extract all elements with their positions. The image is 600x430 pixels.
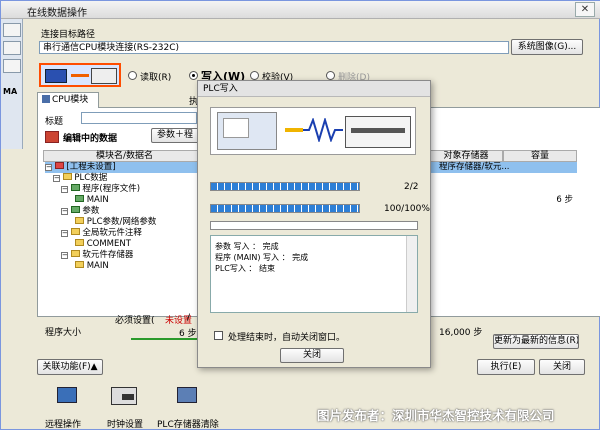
- tree-row-device-memory[interactable]: − 软元件存储器: [61, 250, 133, 261]
- title-input[interactable]: [81, 112, 197, 124]
- folder-icon: [62, 173, 72, 180]
- close-button[interactable]: 关闭: [539, 359, 585, 375]
- param-icon: [70, 206, 80, 213]
- capacity-cell: 6 步: [556, 195, 573, 205]
- folder-icon: [70, 228, 80, 235]
- file-icon: [75, 217, 84, 224]
- tree-row-program[interactable]: − 程序(程序文件): [61, 184, 140, 195]
- tree-row-memory-main[interactable]: MAIN: [75, 261, 109, 272]
- required-settings-label: 必须设置(: [115, 316, 155, 326]
- file-icon: [75, 261, 84, 268]
- tree-row-comment[interactable]: COMMENT: [75, 239, 131, 250]
- auto-close-checkbox[interactable]: [214, 331, 223, 340]
- delete-radio[interactable]: [326, 71, 335, 80]
- progress-fill: [211, 205, 359, 212]
- background-toolbar-strip: MA: [1, 19, 23, 149]
- auto-close-label: 处理结束时，自动关闭窗口。: [228, 333, 346, 343]
- editing-data-label: 编辑中的数据: [63, 134, 118, 144]
- tree-header: 模块名/数据名: [43, 150, 206, 162]
- file-icon: [75, 195, 84, 202]
- read-label: 读取(R): [140, 73, 172, 83]
- log-box[interactable]: 参数 写入 ： 完成 程序 (MAIN) 写入 ： 完成 PLC写入 ： 结束: [210, 235, 418, 313]
- title-bar: 在线数据操作 ✕: [1, 1, 600, 19]
- watermark-text: 图片发布者：深圳市华杰智控技术有限公司: [317, 408, 555, 423]
- progress-bar-files: [210, 182, 360, 191]
- log-scrollbar[interactable]: [406, 236, 417, 312]
- param-program-button[interactable]: 参数＋程: [151, 128, 199, 143]
- dialog-title: PLC写入: [198, 81, 430, 97]
- tree-row-main[interactable]: MAIN: [75, 195, 109, 206]
- folder-icon: [70, 250, 80, 257]
- editing-data-icon: [45, 131, 59, 143]
- tool-plc-memory-clear[interactable]: PLC存储器清除: [157, 417, 219, 430]
- project-icon: [54, 162, 64, 169]
- file-icon: [75, 239, 84, 246]
- program-icon: [70, 184, 80, 191]
- tool-remote-operation[interactable]: 远程操作: [45, 417, 81, 430]
- total-steps: 16,000 步: [439, 328, 483, 338]
- cpu-icon: [42, 95, 50, 103]
- connection-label: 连接目标路径: [41, 30, 96, 40]
- log-line: 程序 (MAIN) 写入 ： 完成: [215, 253, 309, 262]
- tab-cpu-label: CPU模块: [52, 95, 89, 105]
- window-title: 在线数据操作: [27, 8, 87, 19]
- connection-path-field: 串行通信CPU模块连接(RS-232C): [39, 41, 509, 54]
- toolbar-icon[interactable]: [3, 41, 21, 55]
- memory-clear-icon[interactable]: [177, 387, 197, 403]
- system-image-button[interactable]: 系统图像(G)...: [511, 39, 583, 55]
- program-size-value: 6 步: [179, 329, 197, 339]
- read-radio[interactable]: [128, 71, 137, 80]
- verify-radio[interactable]: [250, 71, 259, 80]
- tree-row-plc-data[interactable]: − PLC数据: [53, 173, 107, 184]
- progress-fill: [211, 183, 359, 190]
- remote-operation-icon[interactable]: [57, 387, 77, 403]
- log-line: 参数 写入 ： 完成: [215, 242, 279, 251]
- tab-cpu-module[interactable]: CPU模块: [37, 92, 99, 108]
- dialog-close-button[interactable]: 关闭: [280, 348, 344, 363]
- progress-bar-current: [210, 221, 418, 230]
- slash-text: /: [187, 313, 191, 323]
- related-functions-button[interactable]: 关联功能(F)▲: [37, 359, 103, 375]
- progress-percent-label: 100/100%: [384, 204, 430, 214]
- tree-row-params[interactable]: − 参数: [61, 206, 99, 217]
- plc-write-dialog: PLC写入 2/2 100/100% 参数 写入 ： 完成 程序 (MAIN) …: [197, 80, 431, 368]
- execute-button[interactable]: 执行(E): [477, 359, 535, 375]
- title-field-label: 标题: [45, 117, 64, 127]
- program-size-label: 程序大小: [45, 328, 82, 338]
- progress-bar-percent: [210, 204, 360, 213]
- column-target-memory: 对象存储器: [429, 150, 503, 162]
- clock-setting-icon[interactable]: [111, 387, 137, 405]
- signal-icon: [303, 118, 343, 142]
- tree-row-comments[interactable]: − 全局软元件注释: [61, 228, 142, 239]
- window-close-icon[interactable]: ✕: [575, 2, 595, 17]
- toolbar-icon[interactable]: [3, 59, 21, 73]
- transfer-illustration: [210, 107, 416, 155]
- toolbar-icon[interactable]: [3, 23, 21, 37]
- target-memory-cell[interactable]: 程序存储器/软元...: [429, 162, 577, 173]
- column-capacity: 容量: [503, 150, 577, 162]
- background-label: MA: [3, 87, 18, 96]
- write-radio[interactable]: [189, 71, 198, 80]
- tree-row-project[interactable]: − [工程未设置]: [45, 162, 207, 173]
- log-line: PLC写入 ： 结束: [215, 264, 275, 273]
- tool-clock-setting[interactable]: 时钟设置: [107, 417, 143, 430]
- plc-connection-icon: [39, 63, 121, 87]
- tree-row-plc-params[interactable]: PLC参数/网络参数: [75, 217, 156, 228]
- refresh-info-button[interactable]: 更新为最新的信息(R): [493, 334, 579, 349]
- progress-files-label: 2/2: [404, 182, 419, 192]
